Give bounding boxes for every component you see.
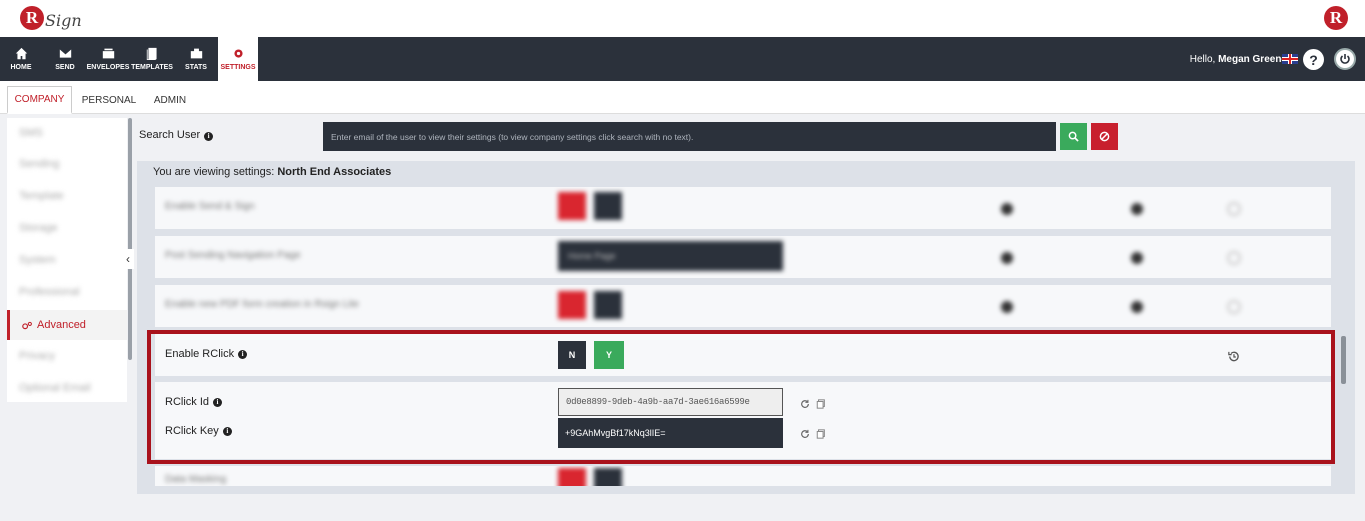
templates-icon (146, 47, 157, 60)
nav-envelopes-label: ENVELOPES (86, 64, 130, 71)
sidebar-item-advanced[interactable]: Advanced (7, 310, 127, 340)
no-toggle-button[interactable] (558, 192, 586, 220)
navigation-page-select[interactable]: Home Page (558, 241, 783, 271)
radio-dot[interactable] (1001, 301, 1013, 313)
setting-label: Enable Send & Sign (165, 201, 255, 212)
settings-scrollbar[interactable] (1341, 336, 1346, 384)
settings-sidebar: SMS Sending Template Storage System Prof… (7, 118, 127, 402)
user-name[interactable]: Megan Greene (1218, 54, 1287, 65)
nav-stats[interactable]: STATS (176, 37, 216, 81)
sidebar-item-optional-email[interactable]: Optional Email (7, 373, 127, 402)
setting-label: Post Sending Navigation Page (165, 250, 301, 261)
radio-dot[interactable] (1131, 203, 1143, 215)
nav-send[interactable]: SEND (44, 37, 86, 81)
setting-row: Enable Send & Sign (155, 187, 1331, 229)
viewing-prefix: You are viewing settings: (153, 166, 275, 178)
briefcase-icon (190, 48, 202, 59)
search-label-text: Search User (139, 129, 201, 141)
power-glyph (1340, 54, 1350, 64)
yes-toggle-button[interactable] (594, 468, 622, 486)
gears-icon (22, 321, 32, 329)
nav-settings[interactable]: SETTINGS (218, 37, 258, 81)
mail-icon (59, 49, 71, 58)
search-icon (1068, 131, 1079, 142)
collapse-sidebar-icon[interactable]: ‹ (122, 249, 134, 269)
sidebar-item-storage[interactable]: Storage (7, 213, 127, 243)
rsign-logo[interactable]: R Sign (20, 5, 82, 30)
no-toggle-button[interactable] (558, 468, 586, 486)
setting-row: Post Sending Navigation Page Home Page (155, 236, 1331, 278)
user-greeting: Hello, Megan Greene (1190, 54, 1287, 65)
setting-row: Enable new PDF form creation in Rsign Li… (155, 285, 1331, 327)
nav-templates-label: TEMPLATES (131, 64, 173, 71)
search-button[interactable] (1060, 123, 1087, 150)
yes-toggle-button[interactable] (594, 291, 622, 319)
logo-r-badge: R (20, 5, 44, 30)
yes-toggle-button[interactable] (594, 192, 622, 220)
sidebar-item-label: Optional Email (19, 382, 91, 394)
sidebar-item-professional[interactable]: Professional (7, 277, 127, 307)
sidebar-item-label: Privacy (19, 350, 56, 362)
sidebar-item-label: System (19, 254, 56, 266)
tab-company[interactable]: COMPANY (7, 86, 72, 114)
history-icon[interactable] (1227, 251, 1241, 265)
nav-home[interactable]: HOME (0, 37, 42, 81)
home-icon (15, 47, 27, 60)
setting-row: Data Masking (155, 466, 1331, 486)
history-icon[interactable] (1227, 300, 1241, 314)
sidebar-item-sms[interactable]: SMS (7, 118, 127, 148)
sidebar-item-label: Advanced (37, 319, 86, 331)
nav-send-label: SEND (55, 64, 75, 71)
envelopes-icon (102, 48, 114, 59)
brand-r-icon: R (1324, 6, 1348, 30)
ban-icon (1099, 131, 1110, 142)
clear-search-button[interactable] (1091, 123, 1118, 150)
help-icon[interactable]: ? (1303, 49, 1324, 70)
tab-personal[interactable]: PERSONAL (76, 86, 142, 114)
sidebar-scrollbar[interactable] (128, 118, 132, 360)
radio-dot[interactable] (1131, 301, 1143, 313)
uk-flag-icon[interactable] (1282, 54, 1298, 64)
sidebar-item-privacy[interactable]: Privacy (7, 341, 127, 371)
nav-envelopes[interactable]: ENVELOPES (86, 37, 130, 81)
nav-stats-label: STATS (185, 64, 207, 71)
sidebar-item-label: Sending (19, 158, 60, 170)
history-icon[interactable] (1227, 202, 1241, 216)
info-icon[interactable]: i (204, 131, 214, 141)
sidebar-item-label: SMS (19, 127, 43, 139)
nav-templates[interactable]: TEMPLATES (130, 37, 174, 81)
settings-tabs: COMPANY PERSONAL ADMIN (0, 81, 1365, 114)
main-navbar: HOME SEND ENVELOPES TEMPLATES STATS SETT… (0, 37, 1365, 81)
search-user-input[interactable] (323, 122, 1056, 151)
logo-text: Sign (45, 11, 82, 30)
nav-home-label: HOME (10, 64, 32, 71)
sidebar-item-sending[interactable]: Sending (7, 149, 127, 179)
gear-icon (233, 49, 243, 58)
search-user-label: Search User i (139, 129, 214, 141)
radio-dot[interactable] (1001, 252, 1013, 264)
no-toggle-button[interactable] (558, 291, 586, 319)
setting-label: Enable new PDF form creation in Rsign Li… (165, 299, 359, 310)
top-header: R Sign R (0, 0, 1365, 37)
sidebar-item-label: Professional (19, 286, 80, 298)
sidebar-item-system[interactable]: System (7, 245, 127, 275)
sidebar-item-label: Storage (19, 222, 58, 234)
radio-dot[interactable] (1131, 252, 1143, 264)
setting-label: Data Masking (165, 474, 227, 485)
nav-settings-label: SETTINGS (220, 64, 256, 71)
sidebar-item-label: Template (19, 190, 64, 202)
power-icon[interactable] (1334, 48, 1356, 70)
greeting-text: Hello, (1189, 54, 1216, 65)
company-name: North End Associates (277, 166, 392, 178)
sidebar-item-template[interactable]: Template (7, 181, 127, 211)
viewing-settings-header: You are viewing settings: North End Asso… (153, 166, 391, 178)
radio-dot[interactable] (1001, 203, 1013, 215)
highlight-annotation-box (147, 330, 1335, 464)
tab-admin[interactable]: ADMIN (146, 86, 194, 114)
